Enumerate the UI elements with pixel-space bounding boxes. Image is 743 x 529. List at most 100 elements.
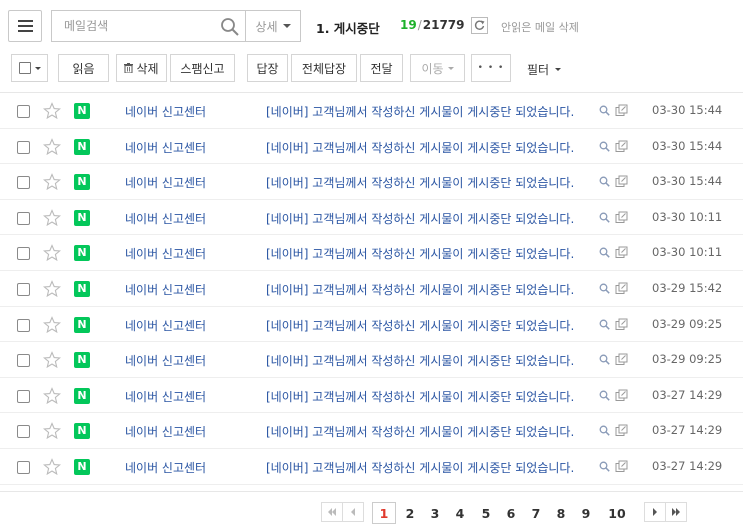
open-popup-icon[interactable] [615,246,628,259]
first-page-button[interactable] [321,502,343,522]
mail-checkbox[interactable] [17,425,30,439]
star-icon[interactable] [43,422,61,440]
menu-button[interactable] [8,10,42,42]
open-popup-icon[interactable] [615,424,628,437]
mail-sender[interactable]: 네이버 신고센터 [125,459,206,476]
mail-checkbox[interactable] [17,282,30,296]
mail-subject[interactable]: [네이버] 고객님께서 작성하신 게시물이 게시중단 되었습니다. [266,245,574,262]
last-page-button[interactable] [665,502,687,522]
mail-checkbox[interactable] [17,105,30,118]
star-icon[interactable] [43,280,61,298]
mail-subject[interactable]: [네이버] 고객님께서 작성하신 게시물이 게시중단 되었습니다. [266,281,574,298]
preview-magnifier-icon[interactable] [599,461,610,472]
preview-magnifier-icon[interactable] [599,247,610,259]
page-number-7[interactable]: 7 [525,502,547,524]
mail-checkbox[interactable] [17,389,30,403]
mail-row[interactable]: N 네이버 신고센터 [네이버] 고객님께서 작성하신 게시물이 게시중단 되었… [0,271,743,307]
star-icon[interactable] [43,137,61,156]
star-icon[interactable] [43,315,61,334]
refresh-button[interactable] [471,17,488,34]
mail-subject[interactable]: [네이버] 고객님께서 작성하신 게시물이 게시중단 되었습니다. [266,174,574,191]
mail-row[interactable]: N 네이버 신고센터 [네이버] 고객님께서 작성하신 게시물이 게시중단 되었… [0,307,743,343]
preview-magnifier-icon[interactable] [599,105,610,116]
preview-magnifier-icon[interactable] [599,354,610,365]
read-button[interactable]: 읽음 [58,54,109,82]
mail-subject[interactable]: [네이버] 고객님께서 작성하신 게시물이 게시중단 되었습니다. [266,388,574,405]
mail-checkbox[interactable] [17,354,30,368]
next-page-button[interactable] [644,502,666,522]
detail-search-button[interactable]: 상세 [245,10,301,42]
open-popup-icon[interactable] [615,353,628,366]
star-icon[interactable] [43,244,61,262]
preview-magnifier-icon[interactable] [599,141,610,152]
mail-subject[interactable]: [네이버] 고객님께서 작성하신 게시물이 게시중단 되었습니다. [266,459,574,476]
preview-magnifier-icon[interactable] [599,176,610,187]
star-icon[interactable] [43,458,61,476]
select-all-checkbox[interactable] [11,54,48,82]
reply-button[interactable]: 답장 [247,54,288,82]
more-button[interactable]: • • • [471,54,511,82]
mail-checkbox[interactable] [17,211,30,225]
open-popup-icon[interactable] [615,389,628,402]
preview-magnifier-icon[interactable] [599,319,610,330]
mail-row[interactable]: N 네이버 신고센터 [네이버] 고객님께서 작성하신 게시물이 게시중단 되었… [0,164,743,200]
mail-checkbox[interactable] [17,460,30,474]
mail-sender[interactable]: 네이버 신고센터 [125,210,206,227]
mail-sender[interactable]: 네이버 신고센터 [125,352,206,369]
mail-subject[interactable]: [네이버] 고객님께서 작성하신 게시물이 게시중단 되었습니다. [266,103,574,120]
delete-button[interactable]: 삭제 [116,54,167,82]
mail-sender[interactable]: 네이버 신고센터 [125,103,206,120]
move-button[interactable]: 이동 [410,54,465,82]
preview-magnifier-icon[interactable] [599,212,610,223]
mail-sender[interactable]: 네이버 신고센터 [125,281,206,298]
star-icon[interactable] [43,208,61,227]
mail-checkbox[interactable] [17,140,30,154]
unread-delete-link[interactable]: 안읽은 메일 삭제 [501,19,579,35]
mail-checkbox[interactable] [17,247,30,261]
unread-count[interactable]: 19 [400,18,417,32]
open-popup-icon[interactable] [615,318,628,331]
mail-row[interactable]: N 네이버 신고센터 [네이버] 고객님께서 작성하신 게시물이 게시중단 되었… [0,129,743,165]
star-icon[interactable] [43,386,61,405]
mail-subject[interactable]: [네이버] 고객님께서 작성하신 게시물이 게시중단 되었습니다. [266,139,574,156]
reply-all-button[interactable]: 전체답장 [291,54,357,82]
star-icon[interactable] [43,351,61,369]
open-popup-icon[interactable] [615,282,628,295]
mail-row[interactable]: N 네이버 신고센터 [네이버] 고객님께서 작성하신 게시물이 게시중단 되었… [0,378,743,414]
mail-subject[interactable]: [네이버] 고객님께서 작성하신 게시물이 게시중단 되었습니다. [266,352,574,369]
mail-sender[interactable]: 네이버 신고센터 [125,317,206,334]
open-popup-icon[interactable] [615,211,628,224]
star-icon[interactable] [43,102,61,120]
filter-button[interactable]: 필터 [527,61,562,78]
open-popup-icon[interactable] [615,175,628,188]
mail-subject[interactable]: [네이버] 고객님께서 작성하신 게시물이 게시중단 되었습니다. [266,423,574,440]
page-number-4[interactable]: 4 [449,502,471,524]
mail-row[interactable]: N 네이버 신고센터 [네이버] 고객님께서 작성하신 게시물이 게시중단 되었… [0,93,743,129]
mail-subject[interactable]: [네이버] 고객님께서 작성하신 게시물이 게시중단 되었습니다. [266,210,574,227]
mail-sender[interactable]: 네이버 신고센터 [125,388,206,405]
spam-report-button[interactable]: 스팸신고 [170,54,235,82]
preview-magnifier-icon[interactable] [599,390,610,401]
mail-sender[interactable]: 네이버 신고센터 [125,139,206,156]
prev-page-button[interactable] [342,502,364,522]
preview-magnifier-icon[interactable] [599,425,610,437]
mail-checkbox[interactable] [17,318,30,332]
mail-row[interactable]: N 네이버 신고센터 [네이버] 고객님께서 작성하신 게시물이 게시중단 되었… [0,235,743,271]
page-number-9[interactable]: 9 [575,502,597,524]
forward-button[interactable]: 전달 [360,54,403,82]
page-number-5[interactable]: 5 [475,502,497,524]
page-number-2[interactable]: 2 [399,502,421,524]
mail-sender[interactable]: 네이버 신고센터 [125,245,206,262]
page-number-1[interactable]: 1 [372,502,396,524]
search-input[interactable] [52,11,212,41]
mail-row[interactable]: N 네이버 신고센터 [네이버] 고객님께서 작성하신 게시물이 게시중단 되었… [0,413,743,449]
page-number-6[interactable]: 6 [500,502,522,524]
star-icon[interactable] [43,173,61,191]
open-popup-icon[interactable] [615,104,628,117]
open-popup-icon[interactable] [615,140,628,153]
mail-row[interactable]: N 네이버 신고센터 [네이버] 고객님께서 작성하신 게시물이 게시중단 되었… [0,342,743,378]
page-number-10[interactable]: 10 [600,502,634,524]
page-number-3[interactable]: 3 [424,502,446,524]
open-popup-icon[interactable] [615,460,628,473]
mail-checkbox[interactable] [17,176,30,190]
